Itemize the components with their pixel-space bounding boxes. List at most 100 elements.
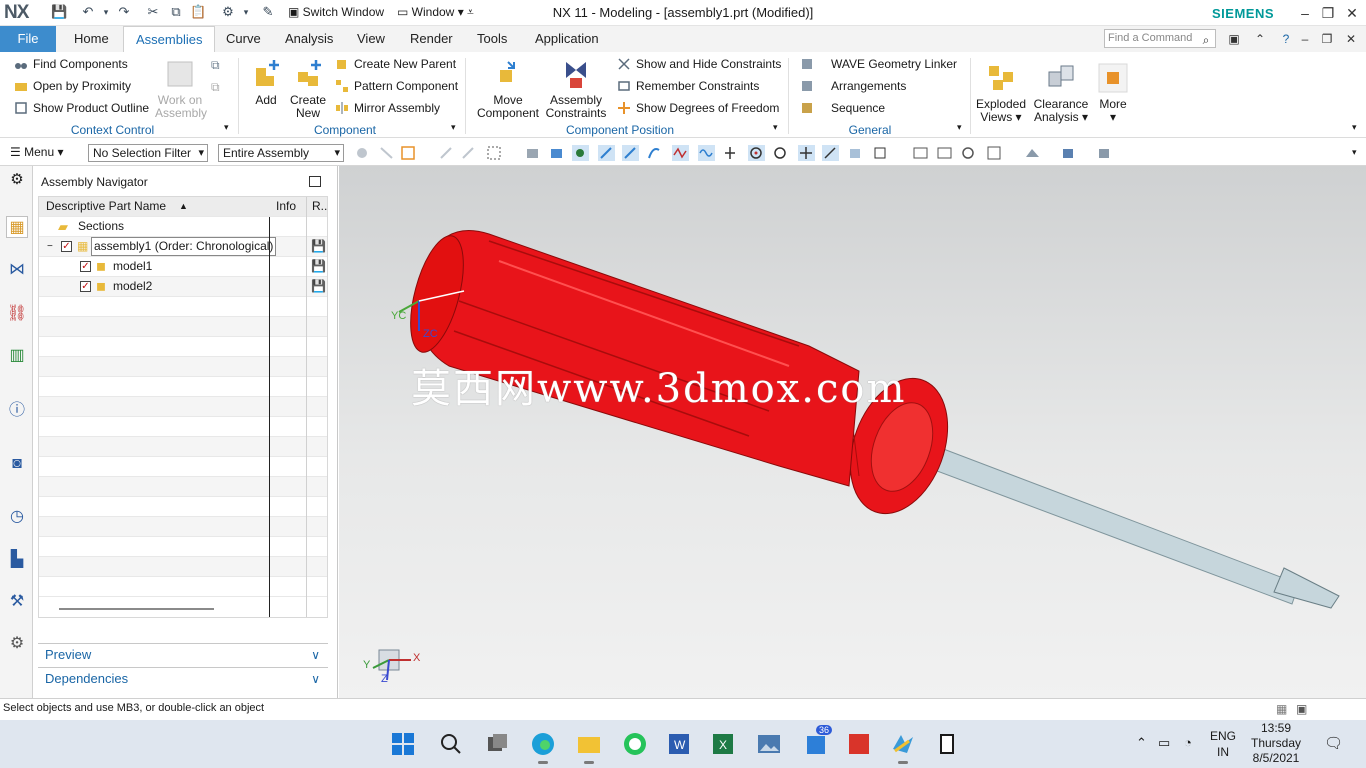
select-snap-icon[interactable] [354,145,371,161]
tab-assemblies[interactable]: Assemblies [123,26,216,52]
part-navigator-icon[interactable]: ⛓ [6,303,28,325]
horizontal-scrollbar[interactable] [59,608,214,610]
orient-view-icon[interactable] [986,145,1003,161]
paste-icon[interactable]: 📋 [190,4,206,20]
filter-icon[interactable] [400,145,417,161]
general-more-icon[interactable]: ▾ [957,122,962,133]
fullscreen-icon[interactable]: ▣ [1296,702,1307,716]
screwdriver-shaft[interactable] [896,433,1340,609]
ribbon-options-icon[interactable]: ▣ [1225,30,1243,48]
process-studio-icon[interactable]: ⚒ [6,591,28,613]
start-button[interactable] [390,731,416,757]
remember-constraints-button[interactable]: Remember Constraints [617,77,759,95]
hd3d-tools-icon[interactable]: ⓘ [6,400,28,422]
notification-icon[interactable]: 🗨 [1324,734,1343,752]
solid-body-icon[interactable] [524,145,541,161]
menu-button[interactable]: ☰ Menu ▾ [10,145,63,159]
roles-icon[interactable]: ⚙ [6,633,28,655]
column-header-r[interactable]: R.. [312,197,327,216]
selection-filter-select[interactable]: No Selection Filter [88,144,208,162]
web-browser-icon[interactable]: ◙ [6,453,28,475]
window-menu-button[interactable]: ▭ Window ▾ ⩡ [397,5,474,20]
tab-tools[interactable]: Tools [477,26,507,52]
open-by-proximity-button[interactable]: Open by Proximity [14,77,131,95]
find-components-button[interactable]: Find Components [14,55,128,73]
search-icon[interactable]: ⌕ [1197,31,1215,49]
excel-button[interactable]: X [710,731,736,757]
wifi-icon[interactable]: ◔ [1184,735,1192,750]
column-divider[interactable] [269,217,270,617]
graphics-window[interactable]: YC ZC 莫西网www.3dmox.com X Y Z [339,166,1366,698]
component-more-icon[interactable]: ▾ [451,122,456,133]
nx-app-button[interactable] [890,731,916,764]
line-snap-icon[interactable] [598,145,615,161]
edge-button[interactable] [530,731,556,764]
tree-row-model1[interactable]: ✓ ◼ model1 💾 [39,257,327,277]
assembly-navigator-icon[interactable]: ▦ [6,216,28,238]
snap-points-icon[interactable] [572,145,589,161]
circle-snap-icon[interactable] [772,145,789,161]
toolbar-expand-icon[interactable]: ▾ [1352,147,1357,158]
selection-scope-select[interactable]: Entire Assembly [218,144,344,162]
file-explorer-button[interactable] [576,731,602,764]
ribbon-minimize-icon[interactable]: – [1296,30,1314,48]
show-degrees-of-freedom-button[interactable]: Show Degrees of Freedom [617,99,779,117]
restore-icon[interactable]: ❐ [1318,3,1338,23]
taskbar-clock[interactable]: 13:59 Thursday 8/5/2021 [1248,721,1304,766]
spline-snap-icon[interactable] [672,145,689,161]
tab-view[interactable]: View [357,26,385,52]
view-triad[interactable] [361,638,431,688]
whatsapp-button[interactable] [622,731,648,757]
rectangle-select-icon[interactable] [486,145,503,161]
cut-icon[interactable]: ✂ [145,4,161,20]
point-on-surface-icon[interactable] [847,145,864,161]
save-icon[interactable]: 💾 [51,4,67,20]
battery-icon[interactable]: ▭ [1158,735,1170,751]
tree-row-sections[interactable]: ▰ Sections [39,217,327,237]
tab-application[interactable]: Application [535,26,599,52]
undo-icon[interactable]: ↶ [80,4,96,20]
component-group-icon[interactable]: ⧉ [211,58,220,73]
add-component-button[interactable]: Add [248,58,284,107]
redo-icon[interactable]: ↷ [116,4,132,20]
sort-ascending-icon[interactable]: ▲ [179,197,188,216]
show-product-outline-button[interactable]: Show Product Outline [14,99,149,117]
context-control-more-icon[interactable]: ▾ [224,122,229,133]
switch-window-button[interactable]: ▣ Switch Window [288,5,384,19]
perpendicular-icon[interactable] [722,145,739,161]
file-tab[interactable]: File [0,26,56,52]
sequence-button[interactable]: Sequence [800,99,885,117]
assembly-constraints-button[interactable]: Assembly Constraints [544,58,608,120]
point-on-curve-icon[interactable] [822,145,839,161]
component-position-more-icon[interactable]: ▾ [773,122,778,133]
column-header-name[interactable]: Descriptive Part Name [46,197,166,216]
repeat-dropdown-icon[interactable]: ▾ [238,4,254,20]
edge-snap-icon[interactable] [622,145,639,161]
task-view-button[interactable] [484,731,510,757]
help-icon[interactable]: ? [1277,30,1295,48]
chevron-up-icon[interactable]: ⌃ [1136,735,1147,751]
constraint-navigator-icon[interactable]: ⋈ [6,259,28,281]
history-icon[interactable]: ◷ [6,506,28,528]
collapse-ribbon-icon[interactable]: ⌃ [1251,30,1269,48]
body-select-icon[interactable] [460,145,477,161]
create-new-button[interactable]: Create New [288,58,328,120]
exploded-views-button[interactable]: Exploded Views ▾ [974,62,1028,124]
feature-select-icon[interactable] [438,145,455,161]
search-button[interactable] [438,731,464,757]
wave-snap-icon[interactable] [698,145,715,161]
shaded-cube-icon[interactable] [548,145,565,161]
pdf-button[interactable] [846,731,872,757]
ribbon-expand-icon[interactable]: ▾ [1352,122,1357,133]
close-icon[interactable]: ✕ [1342,3,1362,23]
word-button[interactable]: W [666,731,692,757]
preview-section[interactable]: Preview ∨ [38,643,328,666]
curve-snap-icon[interactable] [646,145,663,161]
visualization-icon[interactable]: ▙ [6,549,28,571]
teams-button[interactable]: 36 [804,725,833,757]
move-component-button[interactable]: Move Component [476,58,540,120]
repeat-command-icon[interactable]: ⚙ [220,4,236,20]
maximize-panel-icon[interactable] [309,176,321,187]
deselect-icon[interactable] [378,145,395,161]
photos-button[interactable] [756,731,782,757]
